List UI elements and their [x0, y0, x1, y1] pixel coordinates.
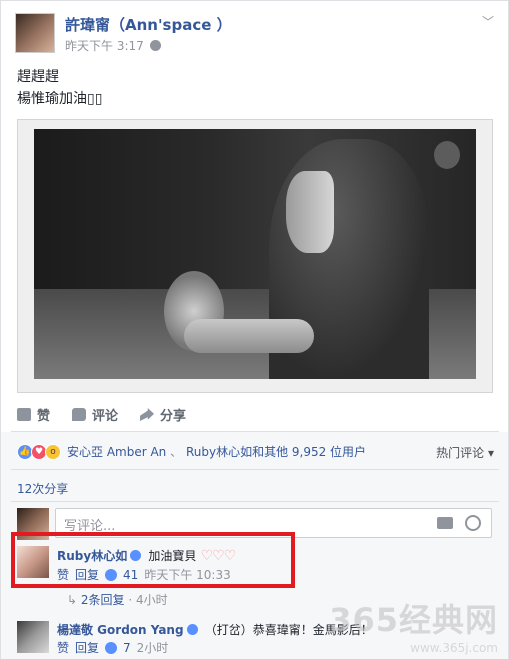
share-icon	[140, 408, 155, 421]
comment-like-count[interactable]: 7	[123, 641, 131, 655]
watermark-title: 365经典网	[329, 601, 498, 639]
like-button[interactable]: 赞	[17, 405, 50, 424]
camera-icon[interactable]	[437, 517, 453, 529]
divider	[11, 469, 499, 470]
share-label: 分享	[160, 409, 187, 424]
post-photo[interactable]	[34, 129, 476, 379]
post-timestamp[interactable]: 昨天下午 3:17	[65, 37, 144, 54]
sort-caret-icon: ▾	[487, 446, 494, 460]
watermark-url: www.365j.com	[410, 641, 498, 655]
comment-meta: 赞 回复 7 2小时	[57, 639, 168, 656]
comment-line: 楊達敬 Gordon Yang （打岔）恭喜瑋甯！金馬影后！	[57, 621, 373, 638]
comment-icon	[72, 408, 87, 421]
comment-reply-link[interactable]: 回复	[75, 639, 99, 656]
divider	[11, 501, 499, 502]
post-card: 許瑋甯（Ann'space ） 昨天下午 3:17 ﹀ 趕趕趕 楊惟瑜加油▯▯ …	[0, 0, 509, 659]
author-name[interactable]: 許瑋甯（Ann'space ）	[65, 14, 232, 35]
post-actions: 赞 评论 分享	[17, 405, 186, 424]
reactions-summary[interactable]: 👍 ♥ o 安心亞 Amber An 、 Ruby林心如和其他 9,952 位用…	[17, 443, 366, 460]
post-photo-frame[interactable]	[17, 119, 493, 393]
reaction-name-b[interactable]: Ruby林心如和其他 9,952 位用户	[186, 445, 366, 459]
share-button[interactable]: 分享	[140, 405, 186, 424]
commenter-name[interactable]: 楊達敬 Gordon Yang	[57, 623, 184, 637]
post-meta: 昨天下午 3:17	[65, 37, 161, 54]
wow-icon: o	[45, 443, 61, 460]
chevron-down-icon[interactable]: ﹀	[482, 13, 494, 30]
replies-time: 4小时	[135, 593, 168, 607]
shares-count[interactable]: 12次分享	[17, 480, 68, 497]
author-avatar[interactable]	[15, 13, 55, 53]
thumbs-up-icon	[17, 408, 31, 421]
like-count-icon	[105, 641, 118, 654]
post-text-line1: 趕趕趕	[17, 69, 59, 85]
globe-icon	[149, 40, 161, 51]
comment-label: 评论	[92, 409, 119, 424]
view-replies-link[interactable]: ↳ 2条回复 · 4小时	[67, 591, 168, 608]
like-label: 赞	[37, 409, 51, 424]
sort-label: 热门评论	[436, 446, 485, 460]
reaction-name-a[interactable]: 安心亞 Amber An	[67, 445, 166, 459]
reaction-names[interactable]: 安心亞 Amber An 、 Ruby林心如和其他 9,952 位用户	[67, 443, 366, 460]
comment-button[interactable]: 评论	[72, 405, 118, 424]
comment-like-link[interactable]: 赞	[57, 639, 69, 656]
emoji-icon[interactable]	[465, 515, 481, 531]
comment-sort-dropdown[interactable]: 热门评论 ▾	[436, 444, 494, 461]
highlight-box	[11, 532, 295, 588]
replies-label: 2条回复	[80, 593, 125, 607]
commenter-avatar[interactable]	[17, 621, 49, 653]
reply-arrow-icon: ↳	[67, 593, 78, 607]
post-text-line2: 楊惟瑜加油▯▯	[17, 91, 103, 107]
site-watermark: 365经典网 www.365j.com	[329, 595, 498, 655]
reaction-separator: 、	[170, 445, 183, 459]
comment-time[interactable]: 2小时	[137, 639, 169, 656]
verified-badge-icon	[186, 624, 198, 635]
